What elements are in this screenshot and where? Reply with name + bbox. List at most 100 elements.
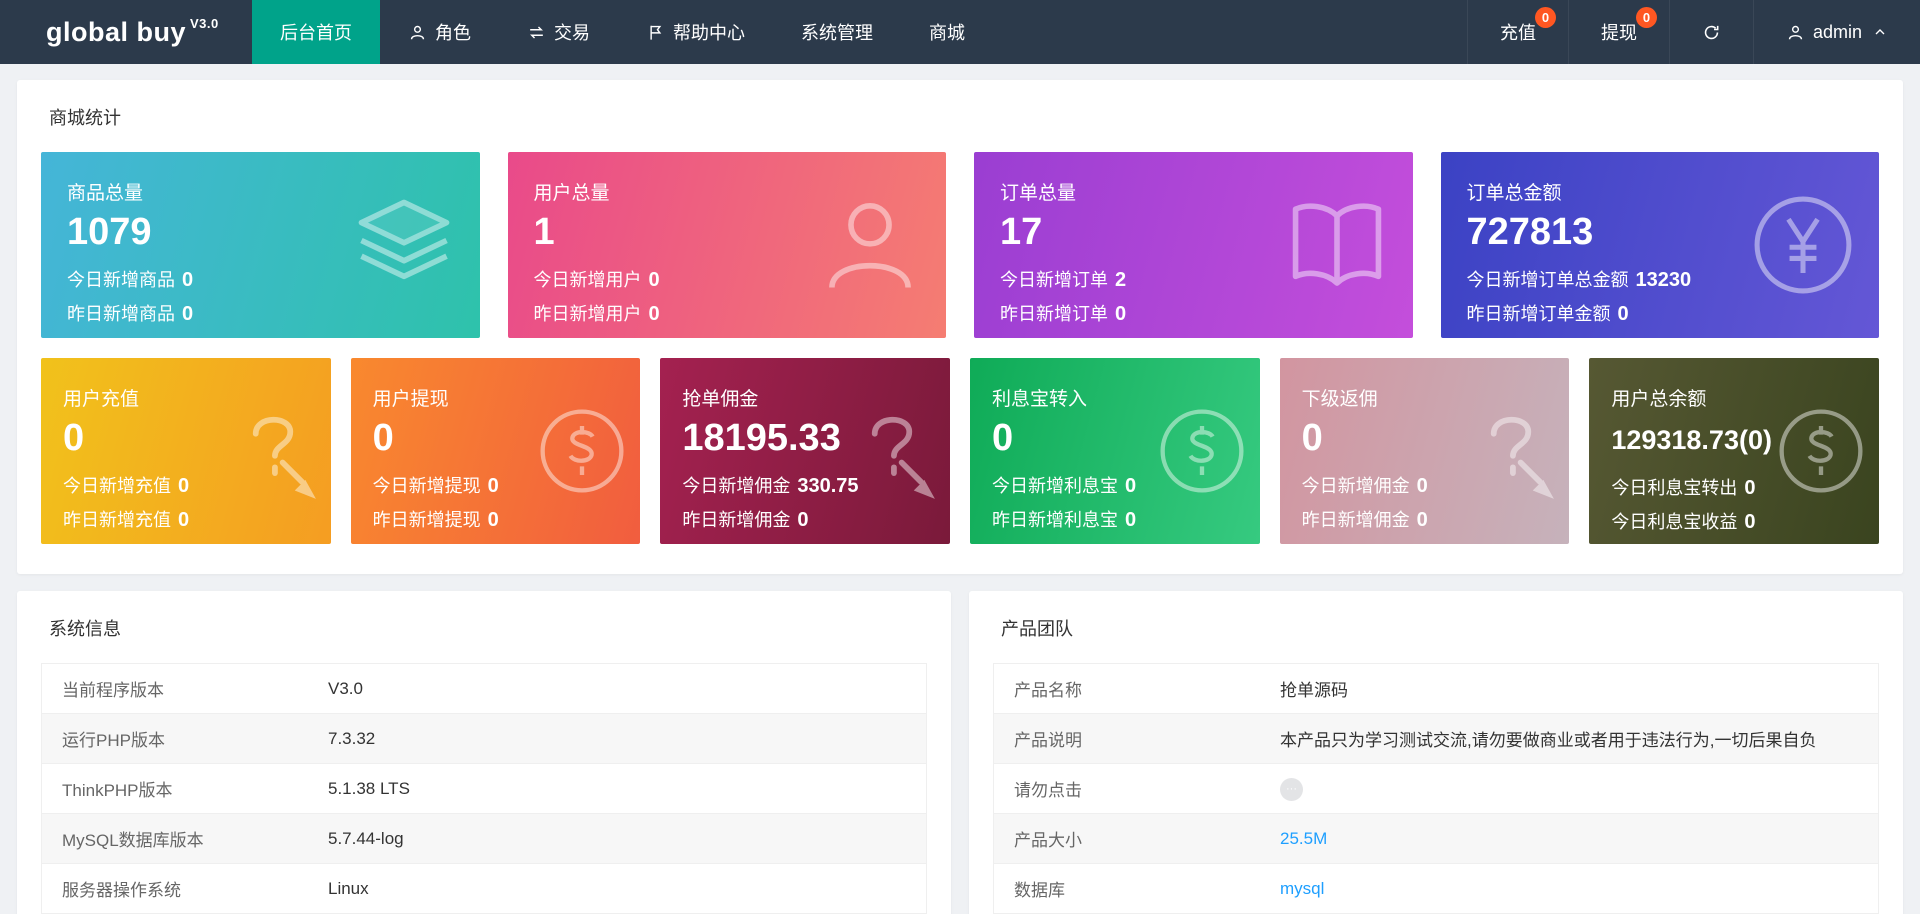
- product-team-panel: 产品团队 产品名称 抢单源码 产品说明 本产品只为学习测试交流,请勿要做商业或者…: [969, 591, 1903, 914]
- stat-value: 0: [372, 417, 394, 459]
- stat-line-value: 330.75: [797, 474, 859, 497]
- row-label: MySQL数据库版本: [62, 831, 204, 850]
- row-value: Linux: [328, 878, 369, 898]
- system-info-title: 系统信息: [49, 619, 121, 639]
- nav-item-roles[interactable]: 角色: [380, 0, 499, 64]
- stat-card-user-recharge: 用户充值 0 今日新增充值 0 昨日新增充值 0: [41, 358, 331, 544]
- recharge-button[interactable]: 充值 0: [1466, 0, 1568, 64]
- stat-line-label: 今日新增提现: [372, 475, 481, 496]
- stat-line-value: 2: [1115, 268, 1127, 291]
- nav-item-trade[interactable]: 交易: [499, 0, 618, 64]
- product-size-link[interactable]: 25.5M: [1280, 829, 1327, 848]
- nav-item-help-center[interactable]: 帮助中心: [618, 0, 773, 64]
- stat-card-interest-transfer-in: 利息宝转入 0 今日新增利息宝 0 昨日新增利息宝 0: [969, 358, 1260, 544]
- row-label: 运行PHP版本: [62, 731, 165, 750]
- stat-line-value: 0: [1744, 510, 1756, 533]
- do-not-click-icon[interactable]: ···: [1280, 777, 1303, 801]
- stat-line: 昨日新增用户 0: [534, 297, 921, 331]
- stat-line: 昨日新增利息宝 0: [992, 503, 1238, 537]
- stat-line: 昨日新增订单 0: [1000, 297, 1387, 331]
- stat-title: 下级返佣: [1301, 389, 1378, 410]
- stat-value: 0: [63, 417, 85, 459]
- row-label: ThinkPHP版本: [62, 781, 173, 800]
- stat-value: 0: [991, 417, 1014, 459]
- stat-line-value: 0: [1124, 508, 1137, 531]
- stat-title: 用户总量: [533, 183, 610, 204]
- withdraw-badge: 0: [1635, 7, 1657, 28]
- stat-value: 0: [1301, 417, 1323, 459]
- row-label: 服务器操作系统: [62, 881, 181, 900]
- row-label: 数据库: [1014, 881, 1065, 900]
- nav-item-mall[interactable]: 商城: [901, 0, 993, 64]
- page-content: 商城统计 商品总量 1079 今日新增商品 0 昨日新增商品 0 用户总量 1: [0, 64, 1920, 914]
- stat-title: 订单总金额: [1466, 183, 1562, 204]
- stat-line-label: 今日新增用户: [533, 269, 642, 290]
- row-label: 产品说明: [1014, 731, 1082, 750]
- table-row: ThinkPHP版本 5.1.38 LTS: [42, 764, 926, 814]
- refresh-button[interactable]: [1668, 0, 1753, 64]
- stat-line-value: 0: [648, 268, 660, 291]
- stat-line-label: 昨日新增订单: [1000, 303, 1108, 324]
- stat-line-value: 0: [1744, 476, 1756, 499]
- stat-line-label: 今日新增佣金: [682, 475, 791, 496]
- nav-item-trade-label: 交易: [554, 23, 590, 43]
- database-link[interactable]: mysql: [1280, 879, 1324, 898]
- logo-version: V3.0: [190, 15, 219, 31]
- stat-line-label: 今日新增商品: [67, 269, 175, 290]
- table-row: 运行PHP版本 7.3.32: [42, 714, 926, 764]
- stat-line: 今日新增佣金 330.75: [682, 469, 928, 503]
- stat-line: 昨日新增商品 0: [67, 297, 454, 331]
- stat-line: 昨日新增提现 0: [373, 503, 619, 537]
- table-row: 数据库 mysql: [994, 864, 1878, 913]
- stat-line-value: 13230: [1635, 268, 1692, 291]
- stat-line-label: 今日新增订单: [1000, 269, 1108, 290]
- stat-line-label: 今日新增佣金: [1301, 475, 1410, 496]
- stat-card-user-withdraw: 用户提现 0 今日新增提现 0 昨日新增提现 0: [350, 358, 641, 544]
- stat-line-value: 0: [1617, 302, 1629, 325]
- table-row: 产品说明 本产品只为学习测试交流,请勿要做商业或者用于违法行为,一切后果自负: [994, 714, 1878, 764]
- stat-line-label: 昨日新增利息宝: [991, 509, 1118, 530]
- withdraw-label: 提现: [1600, 23, 1637, 43]
- stat-line: 昨日新增佣金 0: [682, 503, 928, 537]
- withdraw-button[interactable]: 提现 0: [1567, 0, 1669, 64]
- stat-line-label: 昨日新增商品: [67, 303, 175, 324]
- stat-value: 1: [533, 211, 555, 253]
- row-value: 5.7.44-log: [328, 828, 404, 848]
- row-value: 本产品只为学习测试交流,请勿要做商业或者用于违法行为,一切后果自负: [1280, 731, 1817, 750]
- stat-line-value: 0: [1124, 474, 1137, 497]
- recharge-badge: 0: [1534, 7, 1556, 28]
- stat-title: 利息宝转入: [991, 389, 1087, 410]
- stat-title: 抢单佣金: [682, 389, 759, 410]
- nav-item-system-label: 系统管理: [801, 23, 873, 43]
- nav-item-system[interactable]: 系统管理: [773, 0, 901, 64]
- stats-row-2: 用户充值 0 今日新增充值 0 昨日新增充值 0 用户提现 0 今日新增提现 0: [41, 358, 1879, 544]
- stat-line-label: 昨日新增用户: [533, 303, 642, 324]
- row-value: V3.0: [328, 678, 363, 698]
- row-value: 抢单源码: [1280, 681, 1348, 700]
- stat-card-order-amount-total: 订单总金额 727813 今日新增订单总金额 13230 昨日新增订单金额 0: [1440, 152, 1879, 338]
- stat-line-label: 昨日新增订单金额: [1466, 303, 1611, 324]
- row-label: 产品大小: [1014, 831, 1082, 850]
- stat-line: 今日新增用户 0: [534, 263, 921, 297]
- stat-card-goods-total: 商品总量 1079 今日新增商品 0 昨日新增商品 0: [41, 152, 480, 338]
- stat-line-value: 0: [1416, 474, 1428, 497]
- main-menu: 后台首页 角色 交易 帮助中心 系统管理 商城: [252, 0, 993, 64]
- stat-line: 昨日新增佣金 0: [1302, 503, 1548, 537]
- stat-line: 今日利息宝转出 0: [1611, 471, 1857, 505]
- stat-line-label: 昨日新增充值: [63, 509, 171, 530]
- stat-title: 用户充值: [63, 389, 140, 410]
- row-value: 5.1.38 LTS: [328, 778, 410, 798]
- stat-line-label: 今日新增订单总金额: [1466, 269, 1629, 290]
- nav-item-home[interactable]: 后台首页: [252, 0, 380, 64]
- user-menu[interactable]: admin: [1752, 0, 1920, 64]
- mall-stats-title: 商城统计: [49, 108, 121, 128]
- nav-item-home-label: 后台首页: [280, 23, 352, 43]
- system-info-table: 当前程序版本 V3.0 运行PHP版本 7.3.32 ThinkPHP版本 5.…: [41, 663, 927, 914]
- username: admin: [1812, 21, 1862, 42]
- row-label: 当前程序版本: [62, 681, 164, 700]
- table-row: 产品大小 25.5M: [994, 814, 1878, 864]
- stat-line-value: 0: [1416, 508, 1428, 531]
- stat-card-grab-commission: 抢单佣金 18195.33 今日新增佣金 330.75 昨日新增佣金 0: [660, 358, 950, 544]
- stats-row-1: 商品总量 1079 今日新增商品 0 昨日新增商品 0 用户总量 1 今日新增用户 0: [41, 152, 1879, 338]
- stat-line-label: 今日新增充值: [63, 475, 171, 496]
